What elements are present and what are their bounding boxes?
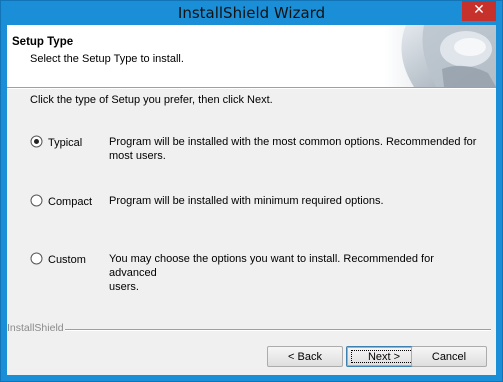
window-title: InstallShield Wizard bbox=[177, 4, 326, 22]
back-button[interactable]: < Back bbox=[267, 346, 343, 367]
custom-label[interactable]: Custom bbox=[48, 254, 86, 266]
wizard-header: Setup Type Select the Setup Type to inst… bbox=[7, 25, 496, 87]
title-bar[interactable]: InstallShield Wizard ✕ bbox=[1, 1, 502, 25]
close-icon: ✕ bbox=[473, 2, 485, 18]
installshield-brand: InstallShield bbox=[7, 322, 64, 334]
back-button-label: < Back bbox=[288, 351, 322, 363]
close-button[interactable]: ✕ bbox=[462, 1, 496, 21]
custom-description-line-1: You may choose the options you want to i… bbox=[109, 253, 434, 279]
typical-description-line-2: most users. bbox=[109, 150, 166, 162]
typical-label[interactable]: Typical bbox=[48, 137, 82, 149]
header-graphic-icon bbox=[384, 25, 496, 87]
compact-description-line-1: Program will be installed with minimum r… bbox=[109, 195, 384, 207]
cancel-button-label: Cancel bbox=[431, 351, 467, 363]
compact-label[interactable]: Compact bbox=[48, 196, 92, 208]
next-button-label: Next > bbox=[367, 351, 401, 363]
typical-description: Program will be installed with the most … bbox=[109, 135, 479, 163]
header-divider bbox=[7, 87, 496, 89]
typical-description-line-1: Program will be installed with the most … bbox=[109, 136, 477, 148]
cancel-button[interactable]: Cancel bbox=[411, 346, 487, 367]
dialog-body: Setup Type Select the Setup Type to inst… bbox=[7, 25, 496, 375]
instruction-text: Click the type of Setup you prefer, then… bbox=[30, 94, 273, 106]
custom-description-line-2: users. bbox=[109, 281, 139, 293]
installer-window: InstallShield Wizard ✕ Setup Type Select… bbox=[0, 0, 503, 382]
custom-radio[interactable] bbox=[30, 252, 43, 265]
brand-divider bbox=[65, 329, 491, 331]
page-subtitle: Select the Setup Type to install. bbox=[30, 53, 184, 65]
typical-radio[interactable] bbox=[30, 135, 43, 148]
page-title: Setup Type bbox=[12, 36, 74, 48]
compact-description: Program will be installed with minimum r… bbox=[109, 194, 479, 208]
compact-radio[interactable] bbox=[30, 194, 43, 207]
brand-separator: InstallShield bbox=[7, 322, 496, 336]
custom-description: You may choose the options you want to i… bbox=[109, 252, 479, 294]
